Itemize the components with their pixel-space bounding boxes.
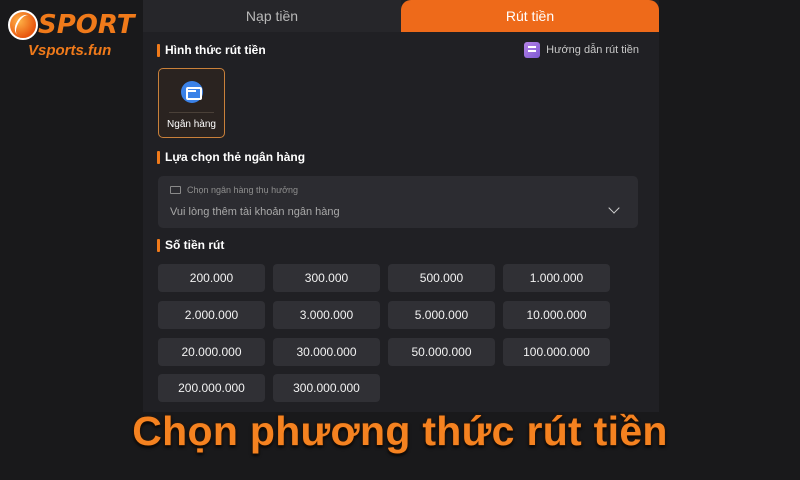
logo-site-text: Vsports.fun [28,42,112,59]
withdraw-guide-link[interactable]: Hướng dẫn rút tiền [524,42,639,58]
method-option-bank[interactable]: Ngân hàng [158,68,225,138]
method-section-title: Hình thức rút tiền [157,43,266,57]
method-label: Ngân hàng [167,119,216,130]
amount-button[interactable]: 200.000.000 [158,374,265,402]
amount-button[interactable]: 30.000.000 [273,338,380,366]
bank-section-title: Lựa chọn thẻ ngân hàng [157,150,305,164]
amount-button[interactable]: 10.000.000 [503,301,610,329]
bank-select-dropdown[interactable]: Chọn ngân hàng thụ hưởng Vui lòng thêm t… [158,176,638,228]
amount-button[interactable]: 3.000.000 [273,301,380,329]
amount-button[interactable]: 100.000.000 [503,338,610,366]
tab-withdraw[interactable]: Rút tiền [401,0,659,32]
amount-button[interactable]: 500.000 [388,264,495,292]
amount-button[interactable]: 5.000.000 [388,301,495,329]
amount-button[interactable]: 200.000 [158,264,265,292]
amount-button[interactable]: 1.000.000 [503,264,610,292]
method-divider [169,112,214,113]
chevron-down-icon [608,202,620,214]
amount-button[interactable]: 2.000.000 [158,301,265,329]
caption-title: Chọn phương thức rút tiền [132,408,668,454]
guide-label: Hướng dẫn rút tiền [546,44,639,56]
tab-bar: Nạp tiền Rút tiền [143,0,659,32]
amount-button[interactable]: 300.000.000 [273,374,380,402]
tab-deposit[interactable]: Nạp tiền [143,0,401,32]
bank-select-placeholder: Chọn ngân hàng thụ hưởng [187,185,299,195]
card-icon [170,186,181,194]
guide-book-icon [524,42,541,58]
soccer-ball-icon [8,10,38,40]
bank-card-icon [181,81,203,103]
vsport-logo: SPORT Vsports.fun [8,8,135,64]
logo-brand-text: SPORT [38,10,135,40]
amount-button[interactable]: 50.000.000 [388,338,495,366]
amount-section-title: Số tiền rút [157,238,224,252]
amount-button[interactable]: 300.000 [273,264,380,292]
withdraw-panel: Nạp tiền Rút tiền Hình thức rút tiền Hướ… [143,0,659,412]
amount-button[interactable]: 20.000.000 [158,338,265,366]
bank-select-hint: Vui lòng thêm tài khoản ngân hàng [170,206,340,218]
